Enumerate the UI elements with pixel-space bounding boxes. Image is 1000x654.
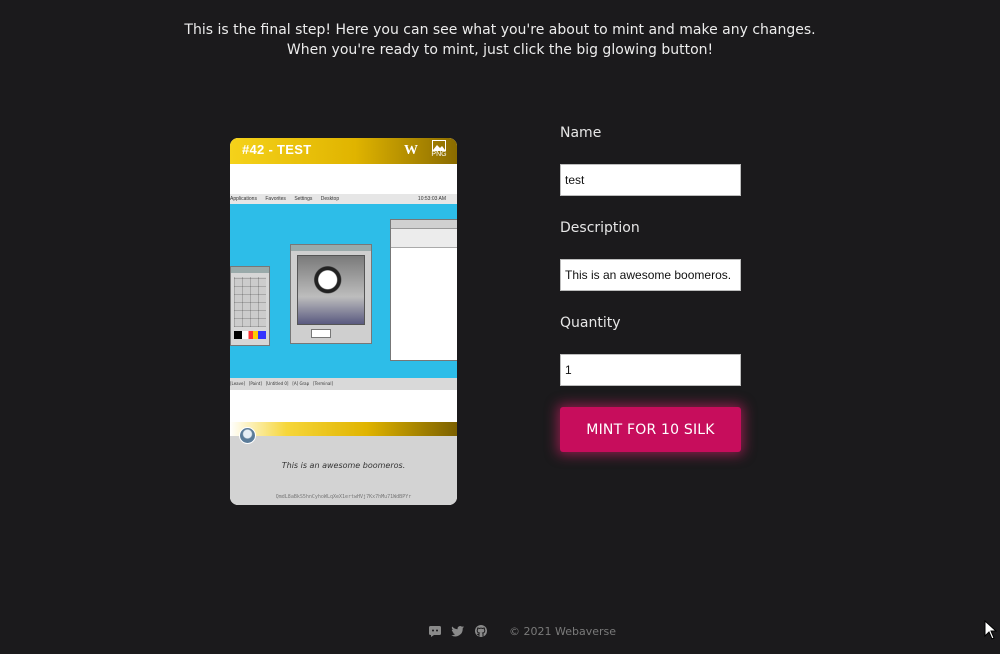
screenshot-task: [Leave] xyxy=(230,381,246,386)
intro-line-2: When you're ready to mint, just click th… xyxy=(286,42,714,58)
file-type-badge: PNG xyxy=(423,138,455,164)
screenshot-menu-item: Desktop xyxy=(320,196,340,202)
quantity-input[interactable] xyxy=(560,354,741,386)
twitter-icon[interactable] xyxy=(451,624,465,638)
footer: © 2021 Webaverse xyxy=(0,624,1000,640)
screenshot-task: [Untitled 0] xyxy=(265,381,289,386)
nft-preview-card: #42 - TEST W PNG Applications Favorites … xyxy=(230,138,457,505)
screenshot-image-window xyxy=(290,244,372,344)
github-icon[interactable] xyxy=(474,624,488,638)
card-hash: QmdL8aBkS5hnCyhoWLqXeX1ertwHVj7Kx7hMu71W… xyxy=(275,494,412,500)
card-header: #42 - TEST W PNG xyxy=(230,138,457,164)
mouse-cursor-icon xyxy=(984,620,998,640)
card-title: #42 - TEST xyxy=(242,142,312,157)
webaverse-logo: W xyxy=(404,143,418,158)
card-image: Applications Favorites Settings Desktop … xyxy=(230,194,457,390)
screenshot-paint-window xyxy=(230,266,270,346)
screenshot-editor-window xyxy=(390,219,457,361)
screenshot-task: [Terminal] xyxy=(313,381,334,386)
screenshot-menu-item: Applications xyxy=(230,196,257,202)
creator-avatar xyxy=(239,427,256,444)
screenshot-taskbar: [Leave] [Paint] [Untitled 0] [A] Grap [T… xyxy=(230,378,457,390)
screenshot-task: [Paint] xyxy=(248,381,262,386)
name-label: Name xyxy=(560,125,602,141)
mint-button[interactable]: MINT FOR 10 SILK xyxy=(560,407,741,452)
intro-line-1: This is the final step! Here you can see… xyxy=(184,22,816,38)
copyright-text: © 2021 Webaverse xyxy=(509,625,617,638)
name-input[interactable] xyxy=(560,164,741,196)
file-type-label: PNG xyxy=(431,151,447,158)
screenshot-menu-item: Settings xyxy=(294,196,313,202)
description-input[interactable] xyxy=(560,259,741,291)
card-description: This is an awesome boomeros. xyxy=(281,461,406,470)
card-image-padding-bottom xyxy=(230,390,457,424)
quantity-label: Quantity xyxy=(560,315,621,331)
image-icon xyxy=(432,140,446,151)
card-image-padding-top xyxy=(230,164,457,194)
intro-text: This is the final step! Here you can see… xyxy=(0,20,1000,60)
description-label: Description xyxy=(560,220,640,236)
discord-icon[interactable] xyxy=(428,624,442,638)
card-footer-band xyxy=(230,422,457,436)
screenshot-clock: 10:53:03 AM xyxy=(417,196,446,202)
screenshot-task: [A] Grap xyxy=(292,381,310,386)
screenshot-menubar: Applications Favorites Settings Desktop … xyxy=(230,194,457,204)
screenshot-menu-item: Favorites xyxy=(265,196,286,202)
